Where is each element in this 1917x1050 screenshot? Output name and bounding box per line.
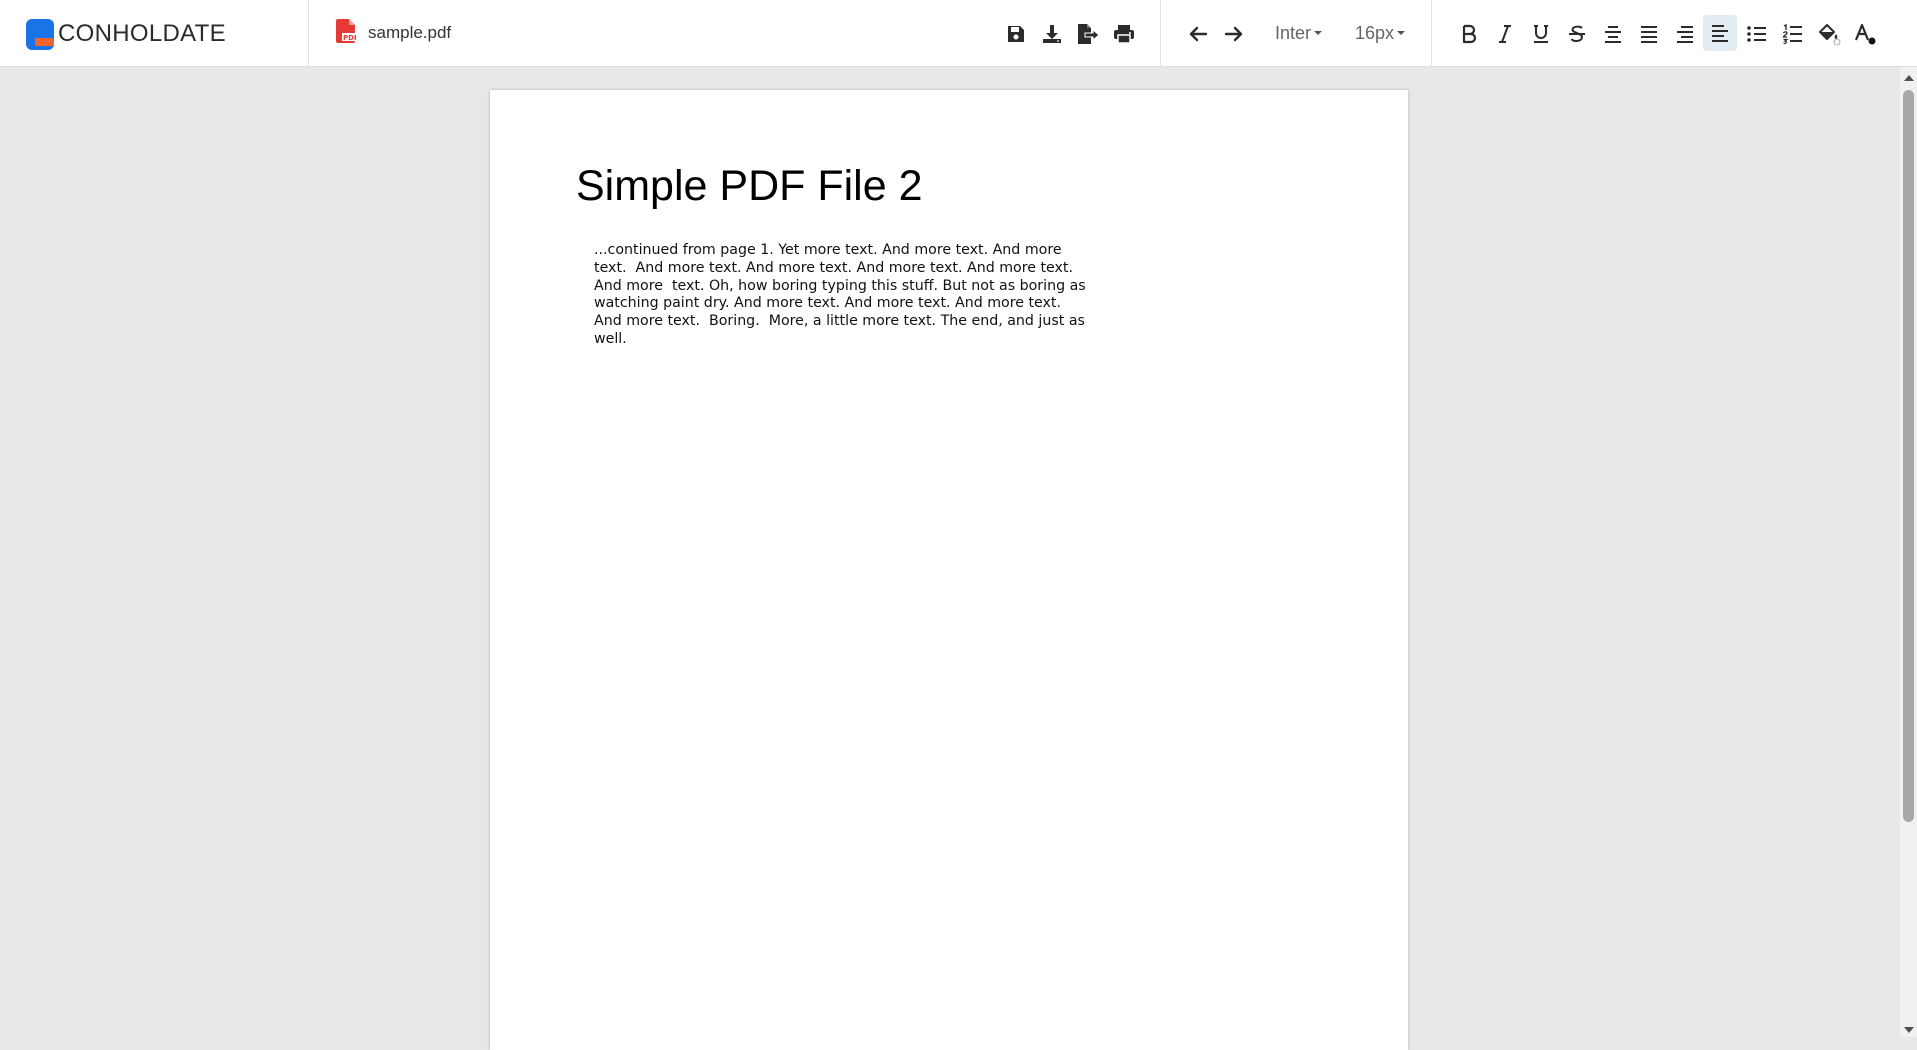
- export-icon: [1076, 23, 1100, 45]
- top-toolbar: CONHOLDATE PDF sample.pdf: [0, 0, 1917, 67]
- align-center-icon: [1603, 25, 1623, 43]
- paragraph-line: text. And more text. And more text. And …: [594, 259, 1073, 276]
- font-family-value: Inter: [1275, 22, 1312, 43]
- italic-icon: [1496, 24, 1514, 44]
- align-left-icon: [1710, 24, 1730, 42]
- bullet-list-button[interactable]: [1742, 19, 1772, 49]
- paragraph-line: well.: [594, 330, 627, 347]
- file-tab[interactable]: PDF sample.pdf: [336, 18, 452, 48]
- toolbar-divider: [308, 0, 309, 67]
- align-left-button[interactable]: [1703, 15, 1737, 51]
- chevron-down-icon: [1397, 31, 1406, 35]
- print-icon: [1113, 24, 1135, 44]
- scrollbar-thumb[interactable]: [1903, 90, 1914, 822]
- vertical-scrollbar[interactable]: [1900, 67, 1917, 1037]
- pdf-file-icon: PDF: [336, 18, 359, 48]
- toolbar-divider: [1160, 0, 1161, 67]
- conholdate-logo-icon: [26, 18, 54, 50]
- scroll-down-arrow-icon[interactable]: [1904, 1027, 1914, 1033]
- underline-icon: [1531, 24, 1551, 44]
- save-button[interactable]: [1001, 19, 1031, 49]
- undo-button[interactable]: [1183, 19, 1213, 49]
- paragraph-line: And more text. Boring. More, a little mo…: [594, 313, 1085, 330]
- brand-name: CONHOLDATE: [58, 20, 226, 47]
- file-name: sample.pdf: [368, 23, 452, 42]
- italic-button[interactable]: [1490, 19, 1520, 49]
- paragraph-line: ...continued from page 1. Yet more text.…: [594, 242, 1062, 258]
- align-justify-icon: [1639, 25, 1659, 43]
- pdf-badge: PDF: [343, 34, 356, 42]
- font-size-dropdown[interactable]: 16px: [1355, 20, 1406, 46]
- paragraph-line: watching paint dry. And more text. And m…: [594, 295, 1062, 312]
- numbered-list-icon: [1782, 24, 1804, 44]
- align-right-icon: [1675, 25, 1695, 43]
- document-page[interactable]: Simple PDF File 2 ...continued from page…: [490, 90, 1408, 1050]
- align-center-button[interactable]: [1598, 19, 1628, 49]
- download-button[interactable]: [1037, 19, 1067, 49]
- save-icon: [1006, 24, 1026, 44]
- text-color-icon: [1853, 23, 1877, 45]
- strikethrough-icon: [1567, 24, 1587, 44]
- strikethrough-button[interactable]: [1562, 19, 1592, 49]
- font-family-dropdown[interactable]: Inter: [1275, 20, 1323, 46]
- bold-icon: [1460, 24, 1478, 44]
- document-viewport[interactable]: Simple PDF File 2 ...continued from page…: [0, 67, 1900, 1050]
- highlight-color-button[interactable]: [1814, 19, 1844, 49]
- document-paragraph[interactable]: ...continued from page 1. Yet more text.…: [594, 242, 1086, 349]
- chevron-down-icon: [1314, 31, 1323, 35]
- export-button[interactable]: [1073, 19, 1103, 49]
- numbered-list-button[interactable]: [1778, 19, 1808, 49]
- bullet-list-icon: [1746, 25, 1768, 43]
- align-right-button[interactable]: [1670, 19, 1700, 49]
- print-button[interactable]: [1109, 19, 1139, 49]
- undo-icon: [1188, 25, 1208, 43]
- redo-icon: [1224, 25, 1244, 43]
- document-title[interactable]: Simple PDF File 2: [576, 162, 922, 211]
- bold-button[interactable]: [1454, 19, 1484, 49]
- scroll-up-arrow-icon[interactable]: [1904, 75, 1914, 81]
- highlight-color-icon: [1817, 23, 1841, 45]
- brand-logo[interactable]: CONHOLDATE: [26, 18, 226, 50]
- redo-button[interactable]: [1219, 19, 1249, 49]
- align-justify-button[interactable]: [1634, 19, 1664, 49]
- paragraph-line: And more text. Oh, how boring typing thi…: [594, 277, 1086, 294]
- text-color-button[interactable]: [1850, 19, 1880, 49]
- download-icon: [1041, 23, 1063, 45]
- toolbar-divider: [1431, 0, 1432, 67]
- font-size-value: 16px: [1355, 22, 1395, 43]
- underline-button[interactable]: [1526, 19, 1556, 49]
